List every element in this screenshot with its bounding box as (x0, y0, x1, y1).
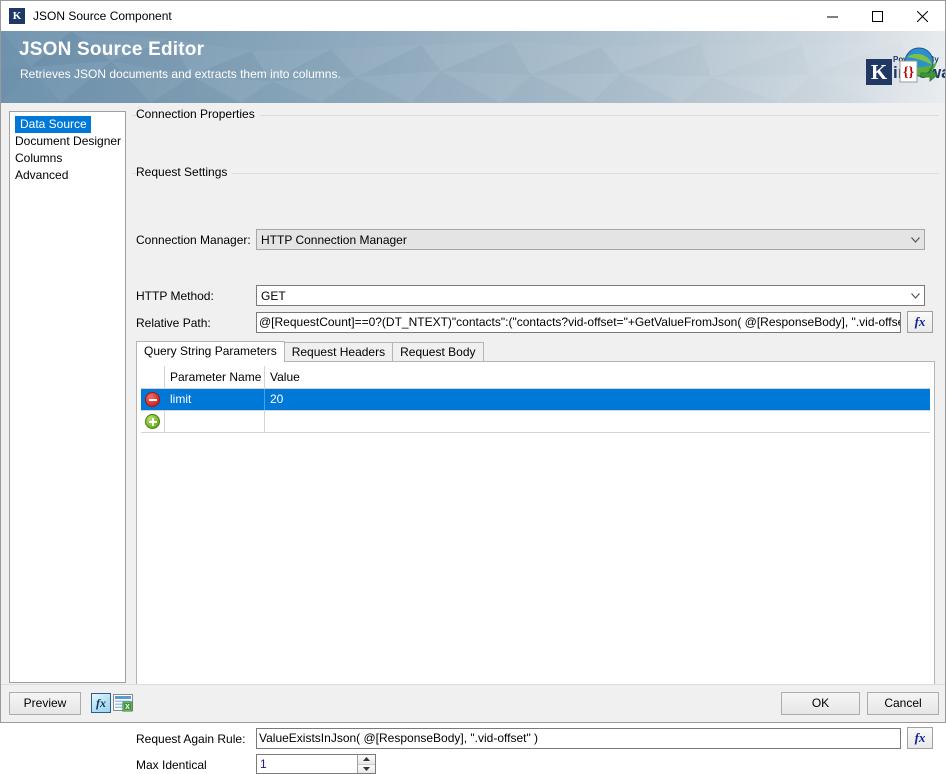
chevron-down-icon (907, 286, 924, 305)
request-tabs[interactable]: Query String Parameters Request Headers … (136, 341, 935, 362)
window-title: JSON Source Component (33, 9, 810, 23)
relative-path-label: Relative Path: (136, 316, 211, 330)
relative-path-input[interactable]: @[RequestCount]==0?(DT_NTEXT)"contacts":… (256, 312, 901, 333)
parameters-grid[interactable]: Parameter Name Value limit 20 (141, 366, 930, 433)
max-identical-stepper[interactable]: 1 (256, 754, 376, 774)
title-bar: K JSON Source Component (1, 1, 945, 31)
stepper-down-icon[interactable] (358, 765, 375, 774)
window-controls (810, 1, 945, 31)
group-divider (132, 173, 939, 175)
app-icon: K (9, 8, 25, 24)
table-row[interactable]: limit 20 (141, 389, 930, 411)
ok-button[interactable]: OK (781, 692, 860, 715)
editor-subtitle: Retrieves JSON documents and extracts th… (20, 67, 341, 81)
editor-content: Data Source Document Designer Columns Ad… (1, 103, 945, 684)
cancel-button[interactable]: Cancel (867, 692, 939, 715)
http-method-value: GET (261, 289, 286, 303)
http-method-label: HTTP Method: (136, 289, 214, 303)
request-again-rule-label: Request Again Rule: (136, 732, 245, 746)
sidebar-item-data-source[interactable]: Data Source (10, 116, 125, 133)
row-parameter-value[interactable]: 20 (265, 389, 930, 410)
kingswaysoft-logo: K Powered By ingswaySoft (866, 49, 893, 85)
maximize-icon[interactable] (855, 1, 900, 31)
svg-text:X: X (125, 704, 130, 711)
json-globe-icon: {} (897, 45, 937, 85)
connection-manager-dropdown[interactable]: HTTP Connection Manager (256, 229, 925, 250)
remove-row-icon (145, 392, 160, 407)
sidebar-item-advanced[interactable]: Advanced (10, 167, 125, 184)
page-navigation-list[interactable]: Data Source Document Designer Columns Ad… (9, 111, 126, 683)
brand-k-mark: K (866, 59, 892, 85)
tab-request-headers[interactable]: Request Headers (284, 342, 393, 362)
new-row[interactable] (141, 411, 930, 433)
http-method-dropdown[interactable]: GET (256, 285, 925, 306)
remove-row-button[interactable] (141, 389, 165, 410)
new-row-parameter-name[interactable] (165, 411, 265, 432)
chevron-down-icon (907, 230, 924, 249)
sidebar-item-columns[interactable]: Columns (10, 150, 125, 167)
tab-request-body[interactable]: Request Body (392, 342, 483, 362)
grid-header-parameter-name: Parameter Name (165, 366, 265, 388)
request-again-rule-expression-button[interactable]: fx (907, 727, 933, 749)
json-source-component-window: K JSON Source Component (0, 0, 946, 723)
grid-header-selector (141, 366, 165, 388)
connection-properties-label: Connection Properties (136, 107, 260, 121)
query-string-parameters-panel: Parameter Name Value limit 20 (136, 361, 935, 716)
grid-header-value: Value (265, 366, 930, 388)
sidebar-item-data-source-label: Data Source (15, 116, 91, 133)
stepper-buttons[interactable] (357, 755, 375, 773)
tab-query-string-parameters[interactable]: Query String Parameters (136, 341, 285, 362)
minimize-icon[interactable] (810, 1, 855, 31)
export-grid-icon[interactable]: X (113, 693, 133, 713)
max-identical-value[interactable]: 1 (257, 755, 357, 773)
svg-text:{}: {} (903, 65, 915, 80)
editor-banner: JSON Source Editor Retrieves JSON docume… (1, 31, 945, 103)
dialog-footer: Preview fx X OK Cancel (1, 684, 945, 722)
grid-header-row: Parameter Name Value (141, 366, 930, 389)
request-settings-group: Request Settings (132, 173, 939, 174)
max-identical-label: Max Identical (136, 758, 207, 772)
request-again-rule-input[interactable]: ValueExistsInJson( @[ResponseBody], ".vi… (256, 728, 901, 749)
connection-manager-label: Connection Manager: (136, 233, 251, 247)
row-parameter-name[interactable]: limit (165, 389, 265, 410)
data-source-page: Connection Properties Connection Manager… (132, 103, 939, 683)
fx-expression-icon[interactable]: fx (91, 693, 111, 713)
editor-title: JSON Source Editor (19, 39, 204, 61)
new-row-parameter-value[interactable] (265, 411, 930, 432)
connection-properties-group: Connection Properties (132, 115, 939, 116)
stepper-up-icon[interactable] (358, 755, 375, 765)
preview-button[interactable]: Preview (9, 692, 81, 715)
relative-path-expression-button[interactable]: fx (907, 311, 933, 333)
add-row-button[interactable] (141, 411, 165, 432)
request-settings-label: Request Settings (136, 165, 232, 179)
add-row-icon (145, 414, 160, 429)
connection-manager-value: HTTP Connection Manager (261, 233, 407, 247)
sidebar-item-document-designer[interactable]: Document Designer (10, 133, 125, 150)
close-icon[interactable] (900, 1, 945, 31)
